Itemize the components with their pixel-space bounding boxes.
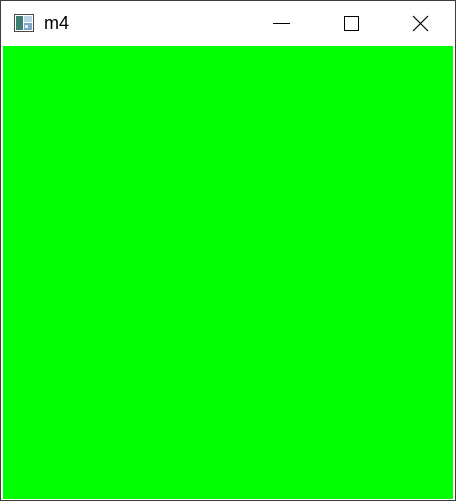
maximize-button[interactable]	[328, 1, 374, 46]
app-window-icon[interactable]	[14, 14, 34, 32]
minimize-icon	[273, 23, 290, 24]
app-window: m4	[0, 0, 456, 501]
minimize-button[interactable]	[259, 1, 305, 46]
title-bar[interactable]: m4	[1, 1, 455, 46]
maximize-icon	[344, 16, 359, 31]
close-icon	[412, 15, 429, 32]
window-title: m4	[44, 13, 70, 33]
client-area	[3, 46, 453, 499]
close-button[interactable]	[397, 1, 443, 46]
